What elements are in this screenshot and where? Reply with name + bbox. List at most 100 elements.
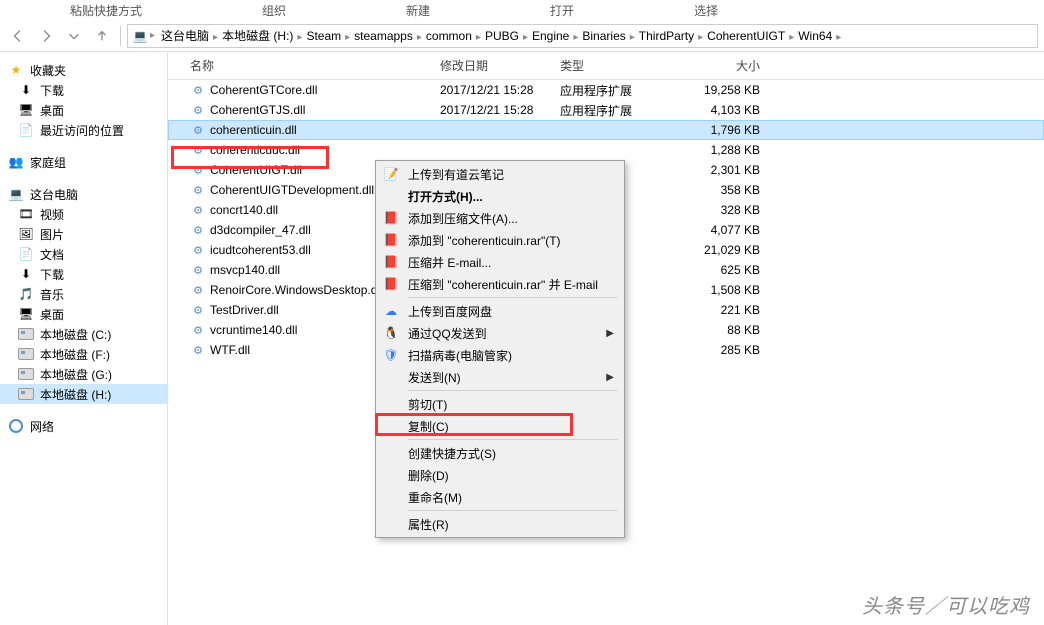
sidebar-item[interactable]: ⬇下载	[0, 80, 167, 100]
context-menu-item[interactable]: 重命名(M)	[378, 486, 622, 508]
watermark: 头条号／可以吃鸡	[862, 590, 1030, 619]
file-name: icudtcoherent53.dll	[210, 243, 311, 257]
menu-label: 压缩并 E-mail...	[408, 254, 614, 271]
file-name: concrt140.dll	[210, 203, 278, 217]
computer-icon: 💻	[8, 186, 24, 202]
up-button[interactable]	[90, 24, 114, 48]
menu-label: 剪切(T)	[408, 396, 614, 413]
chevron-icon: ▸	[836, 32, 841, 43]
menu-label: 发送到(N)	[408, 369, 598, 386]
menu-separator	[408, 297, 618, 298]
forward-button[interactable]	[34, 24, 58, 48]
breadcrumb-segment[interactable]: PUBG	[481, 29, 523, 43]
menu-separator	[408, 439, 618, 440]
menu-label: 重命名(M)	[408, 489, 614, 506]
context-menu-item[interactable]: 删除(D)	[378, 464, 622, 486]
column-size[interactable]: 大小	[670, 57, 760, 74]
context-menu-item[interactable]: 发送到(N)▶	[378, 366, 622, 388]
rar-icon: 📕	[382, 253, 400, 271]
sidebar-item[interactable]: 🎞视频	[0, 204, 167, 224]
column-date[interactable]: 修改日期	[440, 57, 560, 74]
sidebar-homegroup[interactable]: 👥家庭组	[0, 152, 167, 172]
file-row[interactable]: ⚙coherenticuin.dll1,796 KB	[168, 120, 1044, 140]
breadcrumb-segment[interactable]: CoherentUIGT	[703, 29, 789, 43]
sidebar-item[interactable]: 本地磁盘 (C:)	[0, 324, 167, 344]
rar-icon: 📕	[382, 275, 400, 293]
context-menu-item[interactable]: 🛡扫描病毒(电脑管家)	[378, 344, 622, 366]
file-name: vcruntime140.dll	[210, 323, 297, 337]
file-size: 1,796 KB	[670, 123, 760, 137]
file-size: 221 KB	[670, 303, 760, 317]
context-menu-item[interactable]: 复制(C)	[378, 415, 622, 437]
drive-icon	[18, 328, 34, 340]
menu-label: 打开方式(H)...	[408, 188, 614, 205]
breadcrumb-segment[interactable]: Binaries	[578, 29, 629, 43]
breadcrumb-segment[interactable]: 本地磁盘 (H:)	[218, 29, 297, 43]
sidebar-favorites[interactable]: ★收藏夹	[0, 60, 167, 80]
sidebar-item[interactable]: 🎵音乐	[0, 284, 167, 304]
breadcrumb-segment[interactable]: Steam	[302, 29, 345, 43]
item-icon	[18, 366, 34, 382]
sidebar-item[interactable]: 🖼图片	[0, 224, 167, 244]
blank-icon	[382, 395, 400, 413]
context-menu-item[interactable]: 打开方式(H)...	[378, 185, 622, 207]
column-type[interactable]: 类型	[560, 57, 670, 74]
context-menu-item[interactable]: 剪切(T)	[378, 393, 622, 415]
note-icon: 📝	[382, 165, 400, 183]
blank-icon	[382, 466, 400, 484]
address-breadcrumb[interactable]: 💻 ▸ 这台电脑▸本地磁盘 (H:)▸Steam▸steamapps▸commo…	[127, 24, 1038, 48]
blank-icon	[382, 417, 400, 435]
context-menu-item[interactable]: 📕添加到 "coherenticuin.rar"(T)	[378, 229, 622, 251]
sidebar-item[interactable]: 📄文档	[0, 244, 167, 264]
sidebar-thispc[interactable]: 💻这台电脑	[0, 184, 167, 204]
context-menu-item[interactable]: 创建快捷方式(S)	[378, 442, 622, 464]
file-name: msvcp140.dll	[210, 263, 280, 277]
sidebar-item[interactable]: ⬇下载	[0, 264, 167, 284]
sidebar-item[interactable]: 本地磁盘 (G:)	[0, 364, 167, 384]
ribbon-label: 新建	[406, 2, 430, 19]
context-menu-item[interactable]: ☁上传到百度网盘	[378, 300, 622, 322]
sidebar-item[interactable]: 本地磁盘 (F:)	[0, 344, 167, 364]
recent-dropdown[interactable]	[62, 24, 86, 48]
file-date: 2017/12/21 15:28	[440, 103, 560, 117]
file-row[interactable]: ⚙CoherentGTCore.dll2017/12/21 15:28应用程序扩…	[168, 80, 1044, 100]
breadcrumb-segment[interactable]: Win64	[794, 29, 836, 43]
file-name: coherenticuin.dll	[210, 123, 297, 137]
breadcrumb-segment[interactable]: 这台电脑	[157, 29, 213, 43]
dll-icon: ⚙	[190, 182, 206, 198]
sidebar-item[interactable]: 🖥桌面	[0, 304, 167, 324]
file-name: coherenticuuc.dll	[210, 143, 300, 157]
column-name[interactable]: 名称	[190, 57, 440, 74]
breadcrumb-segment[interactable]: ThirdParty	[635, 29, 698, 43]
breadcrumb-segment[interactable]: steamapps	[350, 29, 417, 43]
sidebar-item[interactable]: 🖥桌面	[0, 100, 167, 120]
context-menu-item[interactable]: 📕 压缩并 E-mail...	[378, 251, 622, 273]
context-menu-item[interactable]: 📝上传到有道云笔记	[378, 163, 622, 185]
file-type: 应用程序扩展	[560, 102, 670, 119]
shield-icon: 🛡	[382, 346, 400, 364]
dll-icon: ⚙	[190, 142, 206, 158]
item-icon	[18, 326, 34, 342]
context-menu-item[interactable]: 📕添加到压缩文件(A)...	[378, 207, 622, 229]
breadcrumb-segment[interactable]: Engine	[528, 29, 573, 43]
file-row[interactable]: ⚙CoherentGTJS.dll2017/12/21 15:28应用程序扩展4…	[168, 100, 1044, 120]
context-menu-item[interactable]: 📕压缩到 "coherenticuin.rar" 并 E-mail	[378, 273, 622, 295]
menu-label: 创建快捷方式(S)	[408, 445, 614, 462]
back-button[interactable]	[6, 24, 30, 48]
sidebar-item[interactable]: 本地磁盘 (H:)	[0, 384, 167, 404]
breadcrumb-segment[interactable]: common	[422, 29, 476, 43]
blank-icon	[382, 187, 400, 205]
submenu-arrow-icon: ▶	[606, 328, 614, 339]
context-menu-item[interactable]: 🐧通过QQ发送到▶	[378, 322, 622, 344]
file-size: 285 KB	[670, 343, 760, 357]
file-name: CoherentUIGTDevelopment.dll	[210, 183, 374, 197]
dll-icon: ⚙	[190, 102, 206, 118]
file-row[interactable]: ⚙coherenticuuc.dll1,288 KB	[168, 140, 1044, 160]
menu-separator	[408, 390, 618, 391]
file-size: 1,508 KB	[670, 283, 760, 297]
sidebar-network[interactable]: 网络	[0, 416, 167, 436]
dll-icon: ⚙	[190, 202, 206, 218]
context-menu-item[interactable]: 属性(R)	[378, 513, 622, 535]
dll-icon: ⚙	[190, 242, 206, 258]
sidebar-item[interactable]: 📄最近访问的位置	[0, 120, 167, 140]
